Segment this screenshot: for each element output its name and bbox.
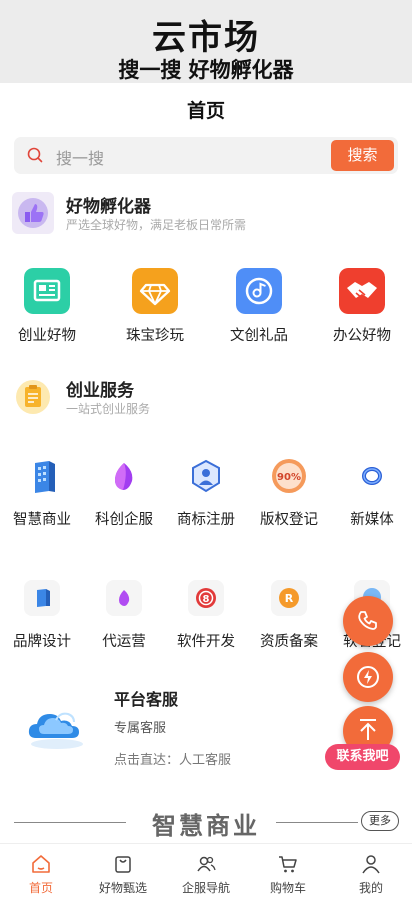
user-icon	[362, 855, 380, 874]
section-startup-service-header[interactable]: 创业服务 一站式创业服务	[12, 374, 392, 422]
cloud-icon	[28, 712, 83, 749]
service-title: 平台客服	[114, 690, 179, 709]
grid-item-label: 文创礼品	[230, 328, 288, 344]
section-banner-title: 智慧商业	[152, 812, 260, 840]
tab-home[interactable]: 首页	[0, 844, 82, 897]
more-button[interactable]: 更多	[361, 811, 399, 831]
thumbs-up-icon	[12, 192, 54, 234]
tab-label: 购物车	[269, 881, 306, 895]
search-bar[interactable]: 搜一搜 搜索	[14, 137, 398, 174]
search-icon	[27, 147, 43, 163]
service-brand-design[interactable]: 品牌设计	[13, 577, 71, 653]
service-operation[interactable]: 代运营	[102, 577, 146, 653]
building-icon	[24, 580, 60, 616]
tab-label: 首页	[28, 881, 53, 895]
smart-business-divider: 智慧商业 更多	[0, 804, 412, 840]
service-label: 科创企服	[95, 512, 153, 528]
software-badge-icon: 8	[188, 580, 224, 616]
handshake-icon	[339, 268, 385, 314]
service-software-dev[interactable]: 8 软件开发	[177, 577, 235, 653]
purple-crystal-icon	[106, 580, 142, 616]
ring-icon	[362, 467, 382, 485]
top-banner: 云市场 搜一搜 好物孵化器	[0, 0, 412, 83]
phone-button[interactable]	[343, 596, 393, 646]
bag-icon	[115, 856, 131, 873]
trademark-shield-icon	[192, 459, 220, 493]
service-qualification[interactable]: R 资质备案	[260, 577, 318, 653]
section-title: 好物孵化器	[66, 197, 151, 217]
grid-item-label: 办公好物	[333, 328, 391, 344]
service-tech-enterprise[interactable]: 科创企服	[95, 455, 153, 531]
grid-item-office-goods[interactable]: 办公好物	[333, 268, 391, 348]
tab-goods-selection[interactable]: 好物甄选	[82, 844, 164, 897]
tab-enterprise-nav[interactable]: 企服导航	[165, 844, 247, 897]
service-label: 智慧商业	[13, 512, 71, 528]
service-direct-link[interactable]: 点击直达：人工客服	[114, 749, 231, 768]
service-label: 商标注册	[177, 512, 235, 528]
music-disc-icon	[236, 268, 282, 314]
grid-item-label: 珠宝珍玩	[126, 328, 184, 344]
service-label: 新媒体	[350, 512, 394, 528]
tab-label: 企服导航	[181, 881, 230, 895]
clipboard-icon	[16, 380, 50, 414]
section-subtitle: 严选全球好物，满足老板日常所需	[66, 218, 247, 232]
service-label: 资质备案	[260, 634, 318, 650]
service-copyright[interactable]: 90% 版权登记	[260, 455, 318, 531]
lightning-icon	[357, 666, 379, 688]
service-label: 品牌设计	[13, 634, 71, 650]
service-label: 软件开发	[177, 634, 235, 650]
svg-text:90%: 90%	[277, 472, 301, 483]
grid-item-cultural-gifts[interactable]: 文创礼品	[230, 268, 288, 348]
banner-subtitle: 搜一搜 好物孵化器	[118, 58, 294, 82]
tab-label: 我的	[358, 881, 383, 895]
banner-title: 云市场	[152, 18, 260, 58]
page-title: 首页	[186, 100, 225, 122]
service-label: 版权登记	[260, 512, 318, 528]
copyright-stamp-icon: 90%	[272, 459, 306, 493]
grid-item-label: 创业好物	[18, 328, 76, 344]
grid-item-jewelry[interactable]: 珠宝珍玩	[126, 268, 184, 348]
building-icon	[35, 461, 55, 493]
bottom-tab-bar: 首页 好物甄选 企服导航 购物车 我的	[0, 843, 412, 896]
purple-crystal-icon	[115, 463, 133, 490]
service-trademark[interactable]: 商标注册	[177, 455, 235, 531]
contact-me-button[interactable]: 联系我吧	[325, 744, 400, 770]
section-subtitle: 一站式创业服务	[66, 402, 151, 416]
grid-item-startup-goods[interactable]: 创业好物	[18, 268, 76, 348]
service-label: 代运营	[102, 634, 146, 650]
service-new-media[interactable]: 新媒体	[350, 455, 394, 531]
svg-text:R: R	[285, 592, 294, 605]
section-incubator-header[interactable]: 好物孵化器 严选全球好物，满足老板日常所需	[12, 190, 392, 238]
diamond-icon	[132, 268, 178, 314]
newspaper-icon	[24, 268, 70, 314]
flash-button[interactable]	[343, 652, 393, 702]
tab-cart[interactable]: 购物车	[247, 844, 329, 897]
tab-mine[interactable]: 我的	[330, 844, 412, 897]
section-title: 创业服务	[66, 381, 134, 401]
users-icon	[197, 856, 216, 872]
arrow-up-icon	[360, 719, 376, 740]
search-button[interactable]: 搜索	[331, 140, 394, 171]
cart-icon	[279, 856, 297, 873]
r-coin-icon: R	[271, 580, 307, 616]
phone-icon	[358, 611, 377, 630]
home-icon	[32, 855, 50, 873]
svg-text:8: 8	[203, 594, 210, 605]
search-input[interactable]: 搜一搜	[56, 145, 104, 169]
service-smart-business[interactable]: 智慧商业	[13, 455, 71, 531]
service-line1: 专属客服	[114, 721, 167, 736]
tab-label: 好物甄选	[98, 881, 147, 895]
